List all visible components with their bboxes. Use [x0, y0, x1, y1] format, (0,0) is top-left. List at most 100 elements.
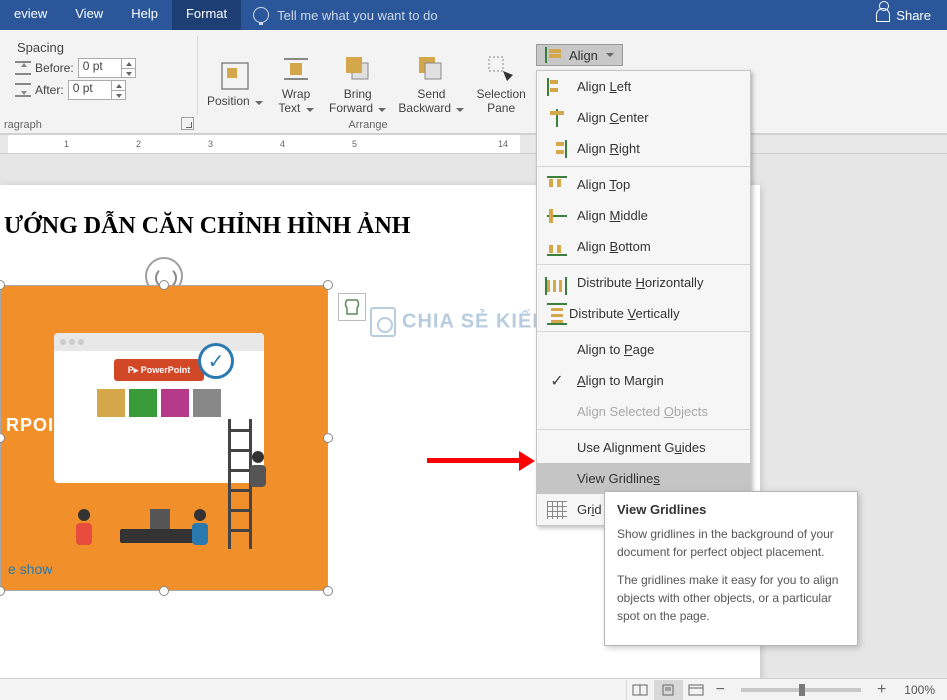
menu-alignment-guides[interactable]: Use Alignment Guides [537, 432, 750, 463]
selection-pane-button[interactable]: Selection Pane [470, 49, 531, 115]
watermark-icon [370, 307, 396, 337]
horizontal-ruler[interactable]: 1 2 3 4 5 14 [0, 134, 947, 154]
resize-handle-sw[interactable] [0, 586, 5, 596]
annotation-arrow [427, 454, 535, 468]
layout-options-button[interactable] [338, 293, 366, 321]
share-label: Share [896, 8, 931, 23]
tell-me-placeholder: Tell me what you want to do [277, 8, 437, 23]
align-label: Align [569, 48, 598, 63]
spinner-down-icon[interactable] [122, 69, 135, 78]
spacing-after-icon [15, 83, 31, 97]
menu-separator [537, 166, 750, 167]
caret-down-icon [606, 53, 614, 57]
group-paragraph: Spacing Before: 0 pt After: 0 pt ragraph [0, 30, 198, 133]
align-button[interactable]: Align [536, 44, 623, 66]
spacing-before-label: Before: [35, 61, 74, 75]
selected-image[interactable]: P▸ PowerPoint ✓ RPOINT [0, 285, 328, 591]
align-middle-icon [547, 207, 567, 225]
align-bottom-icon [547, 238, 567, 256]
zoom-slider[interactable] [741, 688, 861, 692]
spinner-up-icon[interactable] [112, 81, 125, 91]
menu-align-selected: Align Selected Objects [537, 396, 750, 427]
spacing-before-input[interactable]: 0 pt [78, 58, 136, 78]
group-label-paragraph: ragraph [0, 119, 198, 131]
tooltip-title: View Gridlines [617, 502, 845, 517]
tooltip-view-gridlines: View Gridlines Show gridlines in the bac… [604, 491, 858, 646]
spacing-before-value: 0 pt [83, 59, 103, 73]
check-icon: ✓ [547, 371, 567, 391]
status-bar: − + 100% [0, 678, 947, 700]
ribbon-tabs: eview View Help Format Tell me what you … [0, 0, 947, 30]
spacing-before-icon [15, 61, 31, 75]
menu-distribute-vertical[interactable]: Distribute Vertically [537, 298, 750, 329]
menu-distribute-horizontal[interactable]: Distribute Horizontally [537, 267, 750, 298]
menu-separator [537, 331, 750, 332]
group-arrange: Position Wrap Text Bring Forward Send Ba… [198, 30, 538, 133]
resize-handle-s[interactable] [159, 586, 169, 596]
spinner-up-icon[interactable] [122, 59, 135, 69]
distribute-vertical-icon [551, 305, 563, 323]
menu-view-gridlines[interactable]: View Gridlines [537, 463, 750, 494]
tell-me-search[interactable]: Tell me what you want to do [241, 0, 860, 30]
selection-border [0, 285, 328, 591]
lightbulb-icon [253, 7, 269, 23]
read-mode-icon [632, 684, 648, 696]
resize-handle-ne[interactable] [323, 280, 333, 290]
menu-align-right[interactable]: Align Right [537, 133, 750, 164]
align-left-icon [547, 78, 567, 96]
ribbon-body: Spacing Before: 0 pt After: 0 pt ragraph… [0, 30, 947, 134]
paragraph-dialog-launcher[interactable] [181, 117, 194, 130]
zoom-out-button[interactable]: − [710, 681, 731, 699]
align-dropdown-menu: Align Left Align Center Align Right Alig… [536, 70, 751, 526]
layout-options-icon [343, 298, 361, 316]
bring-forward-button[interactable]: Bring Forward [323, 49, 392, 115]
bring-forward-icon [342, 53, 374, 85]
menu-align-to-margin[interactable]: ✓Align to Margin [537, 365, 750, 396]
resize-handle-se[interactable] [323, 586, 333, 596]
wrap-text-icon [280, 53, 312, 85]
menu-align-bottom[interactable]: Align Bottom [537, 231, 750, 262]
zoom-thumb[interactable] [799, 684, 805, 696]
resize-handle-n[interactable] [159, 280, 169, 290]
caret-down-icon [456, 108, 464, 112]
wrap-text-button[interactable]: Wrap Text [269, 49, 323, 115]
position-icon [219, 60, 251, 92]
selection-pane-icon [485, 53, 517, 85]
position-button[interactable]: Position [201, 56, 269, 108]
align-right-icon [547, 140, 567, 158]
align-center-icon [547, 109, 567, 127]
zoom-level[interactable]: 100% [892, 683, 947, 697]
spacing-title: Spacing [3, 32, 64, 57]
share-button[interactable]: Share [860, 0, 947, 30]
align-top-icon [547, 176, 567, 194]
menu-align-middle[interactable]: Align Middle [537, 200, 750, 231]
caret-down-icon [378, 108, 386, 112]
send-backward-button[interactable]: Send Backward [392, 49, 470, 115]
menu-align-left[interactable]: Align Left [537, 71, 750, 102]
web-layout-icon [688, 684, 704, 696]
tooltip-paragraph: The gridlines make it easy for you to al… [617, 571, 845, 625]
view-print-layout[interactable] [654, 680, 682, 700]
zoom-in-button[interactable]: + [871, 681, 892, 699]
tab-format[interactable]: Format [172, 0, 241, 30]
grid-icon [547, 501, 567, 519]
caret-down-icon [255, 101, 263, 105]
menu-align-to-page[interactable]: Align to Page [537, 334, 750, 365]
resize-handle-e[interactable] [323, 433, 333, 443]
spinner-down-icon[interactable] [112, 91, 125, 100]
view-read-mode[interactable] [626, 680, 654, 700]
menu-separator [537, 264, 750, 265]
tooltip-paragraph: Show gridlines in the background of your… [617, 525, 845, 561]
tab-review[interactable]: eview [0, 0, 61, 30]
tab-view[interactable]: View [61, 0, 117, 30]
person-icon [876, 8, 890, 22]
spacing-after-input[interactable]: 0 pt [68, 80, 126, 100]
spacing-after-value: 0 pt [73, 81, 93, 95]
menu-align-top[interactable]: Align Top [537, 169, 750, 200]
align-icon [545, 47, 563, 63]
menu-separator [537, 429, 750, 430]
caret-down-icon [306, 108, 314, 112]
tab-help[interactable]: Help [117, 0, 172, 30]
view-web-layout[interactable] [682, 680, 710, 700]
menu-align-center[interactable]: Align Center [537, 102, 750, 133]
